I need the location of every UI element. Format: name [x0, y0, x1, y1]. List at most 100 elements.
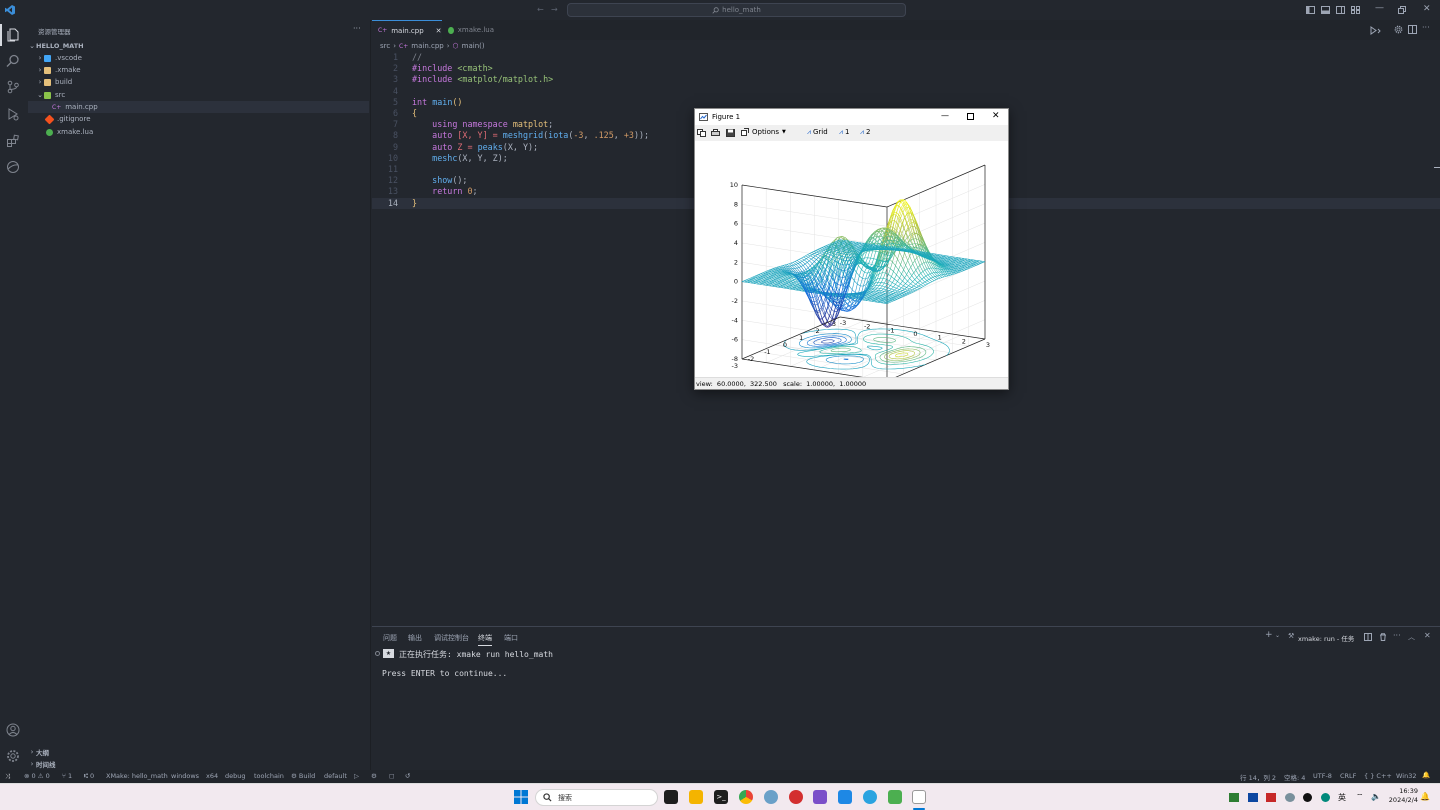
- netease-music-icon[interactable]: [789, 790, 803, 804]
- clock-time[interactable]: 16:39: [1388, 787, 1418, 795]
- print-icon[interactable]: [711, 129, 720, 137]
- source-control-icon[interactable]: [6, 80, 20, 94]
- tray-app-icon[interactable]: [1229, 793, 1239, 802]
- run-debug-icon[interactable]: [6, 107, 20, 121]
- build-button[interactable]: ⚙ Build: [291, 772, 315, 780]
- xmake-target[interactable]: default: [324, 772, 347, 780]
- more-actions-icon[interactable]: ···: [353, 24, 361, 33]
- terminal-app-icon[interactable]: >_: [714, 790, 728, 804]
- maximize-icon[interactable]: [967, 113, 974, 120]
- project-root-header[interactable]: ⌄ HELLO_MATH: [28, 40, 369, 52]
- chevron-down-icon[interactable]: ⌄: [1275, 632, 1280, 639]
- outline-section-header[interactable]: › 大纲: [28, 746, 369, 758]
- toggle-panel-icon[interactable]: [1321, 6, 1330, 14]
- save-icon[interactable]: [726, 129, 735, 137]
- xmake-mode[interactable]: debug: [225, 772, 246, 780]
- encoding[interactable]: UTF-8: [1313, 772, 1332, 780]
- breadcrumb-folder[interactable]: src: [380, 42, 390, 50]
- settings-gear-icon[interactable]: [1394, 25, 1403, 34]
- toggle-secondary-sidebar-icon[interactable]: [1336, 6, 1345, 14]
- problems-indicator[interactable]: ⊗ 0 ⚠ 0: [24, 772, 50, 780]
- axis-2-toggle[interactable]: ⩘ 2: [860, 128, 870, 137]
- breadcrumb-file[interactable]: main.cpp: [411, 42, 443, 50]
- notification-icon[interactable]: 🔔: [1420, 792, 1430, 801]
- tree-item-src[interactable]: ⌄ src: [28, 89, 369, 101]
- debug-icon[interactable]: ⚙: [371, 772, 377, 780]
- tree-item-main-cpp[interactable]: C+ main.cpp: [28, 101, 369, 113]
- split-terminal-icon[interactable]: [1364, 633, 1372, 641]
- minimize-icon[interactable]: —: [1375, 3, 1384, 13]
- tab-output[interactable]: 输出: [408, 633, 422, 643]
- close-window-icon[interactable]: ✕: [1423, 4, 1431, 14]
- maximize-panel-icon[interactable]: ︿: [1408, 632, 1415, 642]
- restore-icon[interactable]: [1398, 6, 1406, 14]
- xmake-toolchain[interactable]: toolchain: [254, 772, 284, 780]
- visual-studio-icon[interactable]: [813, 790, 827, 804]
- axis-1-toggle[interactable]: ⩘ 1: [839, 128, 849, 137]
- timeline-section-header[interactable]: › 时间线: [28, 758, 369, 770]
- tab-xmake-lua[interactable]: xmake.lua: [442, 20, 500, 40]
- options-dropdown[interactable]: Options ▼: [741, 128, 786, 136]
- xmake-platform[interactable]: windows: [171, 772, 199, 780]
- line-ending[interactable]: CRLF: [1340, 772, 1356, 780]
- app-icon[interactable]: [888, 790, 902, 804]
- tab-problems[interactable]: 问题: [383, 633, 397, 643]
- close-figure-icon[interactable]: ✕: [992, 111, 1000, 121]
- tree-item-build[interactable]: › build: [28, 76, 369, 88]
- xmake-project[interactable]: XMake: hello_math: [106, 772, 168, 780]
- tray-app-icon[interactable]: [1303, 793, 1312, 802]
- back-arrow-icon[interactable]: ←: [537, 5, 544, 14]
- task-view-icon[interactable]: [664, 790, 678, 804]
- tab-main-cpp[interactable]: C+ main.cpp ✕: [372, 20, 442, 40]
- scrollbar-slider[interactable]: [1434, 167, 1440, 168]
- tray-app-icon[interactable]: [1266, 793, 1276, 802]
- clock-date[interactable]: 2024/2/4: [1384, 796, 1418, 804]
- toggle-sidebar-icon[interactable]: [1306, 6, 1315, 14]
- command-center-search[interactable]: hello_math: [567, 3, 906, 17]
- sync-indicator[interactable]: ⑂ 1: [62, 772, 72, 780]
- tree-item-vscode[interactable]: › .vscode: [28, 52, 369, 64]
- tab-debug-console[interactable]: 调试控制台: [434, 633, 469, 643]
- grid-toggle[interactable]: ⩘ Grid: [807, 128, 828, 137]
- tab-terminal[interactable]: 终端: [478, 633, 492, 646]
- run-icon[interactable]: ▷: [354, 772, 359, 780]
- indentation[interactable]: 空格: 4: [1284, 772, 1305, 782]
- volume-icon[interactable]: 🔈: [1371, 792, 1381, 801]
- telegram-icon[interactable]: [863, 790, 877, 804]
- terminal-task-label[interactable]: xmake: run - 任务: [1298, 633, 1354, 643]
- taskbar-search[interactable]: 搜索: [535, 789, 658, 806]
- breadcrumb-symbol[interactable]: main(): [462, 42, 485, 50]
- ports-indicator[interactable]: ⑆ 0: [84, 772, 94, 780]
- plot-canvas[interactable]: 1086420-2-4-6-83210-1-2-3-3 -2 -1 0 1 2 3: [695, 141, 1008, 377]
- close-tab-icon[interactable]: ✕: [436, 27, 442, 35]
- figure-window[interactable]: Figure 1 — ✕ Options ▼ ⩘ Grid ⩘ 1 ⩘ 2 10 8 6 4…: [694, 108, 1009, 390]
- minimize-icon[interactable]: —: [941, 111, 949, 120]
- settings-gear-icon[interactable]: [6, 749, 20, 763]
- tray-app-icon[interactable]: [1248, 793, 1258, 802]
- new-terminal-icon[interactable]: +: [1265, 630, 1273, 640]
- remote-explorer-icon[interactable]: [6, 160, 20, 174]
- tray-app-icon[interactable]: [1321, 793, 1330, 802]
- language-mode[interactable]: { } C++: [1364, 772, 1392, 780]
- more-actions-icon[interactable]: ···: [1422, 23, 1430, 32]
- run-code-icon[interactable]: [1370, 26, 1381, 35]
- tree-item-xmake-folder[interactable]: › .xmake: [28, 64, 369, 76]
- close-panel-icon[interactable]: ✕: [1424, 631, 1431, 640]
- notifications-bell-icon[interactable]: 🔔: [1422, 771, 1430, 779]
- gnuplot-figure-icon[interactable]: [912, 790, 926, 804]
- search-icon[interactable]: [6, 54, 20, 68]
- split-editor-icon[interactable]: [1408, 25, 1417, 34]
- cursor-position[interactable]: 行 14，列 2: [1240, 772, 1276, 782]
- more-actions-icon[interactable]: ···: [1393, 631, 1401, 640]
- os-indicator[interactable]: Win32: [1396, 772, 1416, 780]
- vscode-taskbar-icon[interactable]: [838, 790, 852, 804]
- trash-icon[interactable]: [1379, 633, 1387, 641]
- app-icon[interactable]: [764, 790, 778, 804]
- xmake-arch[interactable]: x64: [206, 772, 218, 780]
- copy-icon[interactable]: [697, 129, 706, 137]
- file-explorer-icon[interactable]: [689, 790, 703, 804]
- ime-indicator[interactable]: 英: [1338, 792, 1346, 803]
- remote-indicator-icon[interactable]: ⤨: [5, 772, 10, 781]
- clean-icon[interactable]: ◻: [389, 772, 394, 780]
- explorer-icon[interactable]: [6, 28, 20, 42]
